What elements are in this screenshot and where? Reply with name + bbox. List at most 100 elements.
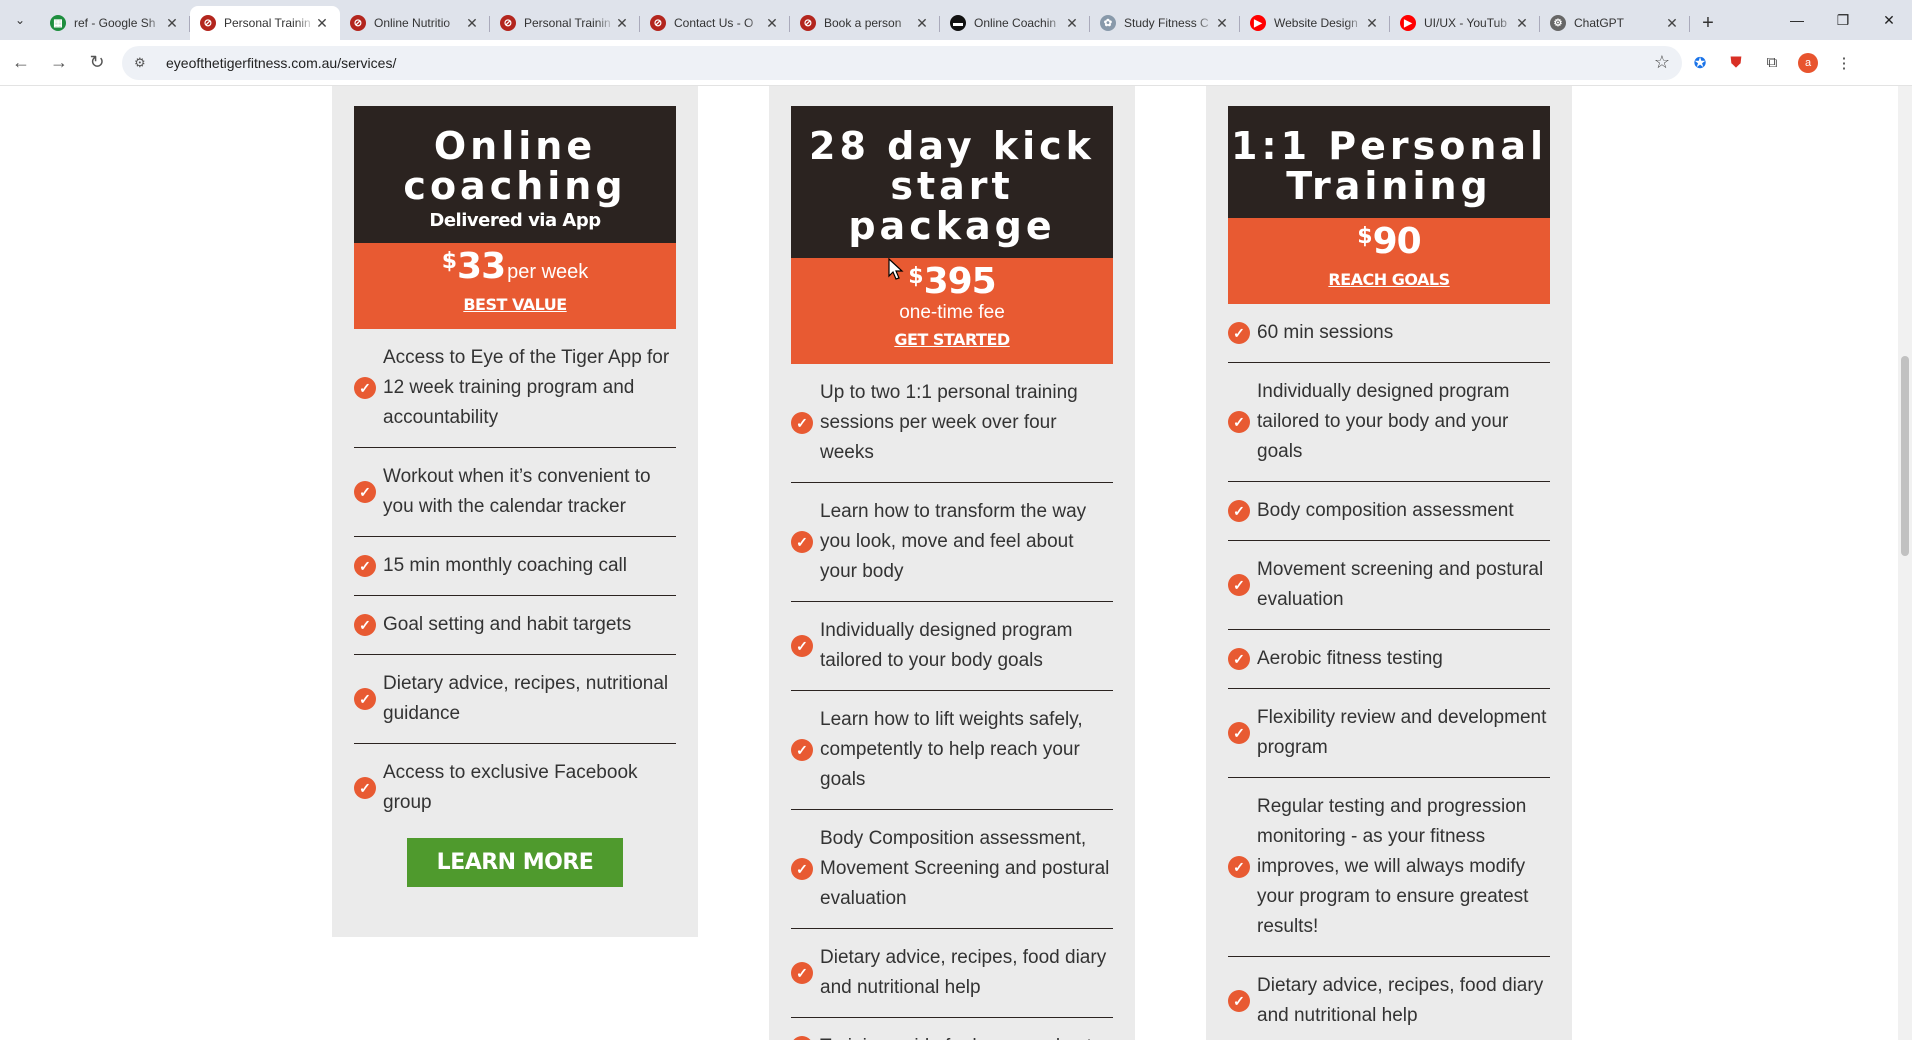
price-cta-link[interactable]: BEST VALUE: [463, 295, 567, 314]
tab-close-icon[interactable]: ✕: [1664, 15, 1680, 32]
price-block: $33 per week BEST VALUE: [354, 243, 676, 329]
learn-more-button[interactable]: LEARN MORE: [406, 838, 624, 887]
feature-item: ✓ Individually designed program tailored …: [791, 602, 1113, 691]
feature-text: Dietary advice, recipes, nutritional gui…: [383, 673, 669, 724]
checkmark-icon: ✓: [1228, 411, 1250, 433]
tab-separator: [1689, 16, 1690, 32]
feature-text: 60 min sessions: [1257, 322, 1394, 343]
checkmark-icon: ✓: [354, 688, 376, 710]
menu-kebab-icon[interactable]: ⋮: [1826, 46, 1862, 80]
checkmark-icon: ✓: [791, 858, 813, 880]
tab-favicon-icon: ▶: [1400, 15, 1416, 31]
feature-item: ✓ Workout when it’s convenient to you wit…: [354, 448, 676, 537]
browser-tab[interactable]: ⊘ Online Nutritio ✕: [340, 6, 490, 40]
feature-text: Individually designed program tailored t…: [1257, 381, 1510, 462]
tab-title: Online Nutritio: [374, 16, 451, 30]
browser-tab[interactable]: ⊘ Book a person ✕: [790, 6, 940, 40]
card-inner: 28 day kick start package $395 one-time fee…: [791, 106, 1113, 1040]
feature-item: ✓ Learn how to transform the way you look…: [791, 483, 1113, 602]
tab-close-icon[interactable]: ✕: [464, 15, 480, 32]
back-icon[interactable]: ←: [4, 46, 38, 80]
browser-tab[interactable]: ▦ ref - Google Sh ✕: [40, 6, 190, 40]
price-unit: per week: [507, 261, 589, 283]
checkmark-icon: ✓: [354, 377, 376, 399]
tab-close-icon[interactable]: ✕: [1364, 15, 1380, 32]
feature-item: ✓ Training guide for home workouts: [791, 1018, 1113, 1040]
tab-search-chevron-icon[interactable]: ⌄: [0, 0, 40, 40]
feature-text: 15 min monthly coaching call: [383, 555, 627, 576]
checkmark-icon: ✓: [1228, 648, 1250, 670]
tab-favicon-icon: ⊘: [200, 15, 216, 31]
extension-icon-1[interactable]: ✪: [1682, 46, 1718, 80]
new-tab-button[interactable]: +: [1690, 6, 1726, 40]
tab-strip: ⌄ ▦ ref - Google Sh ✕ ⊘ Personal Trainin ✕ ⊘ On…: [0, 0, 1912, 40]
feature-item: ✓ Access to exclusive Facebook group: [354, 744, 676, 832]
price-currency: $: [908, 264, 924, 289]
feature-list: ✓ Up to two 1:1 personal training session…: [791, 364, 1113, 1040]
tab-close-icon[interactable]: ✕: [614, 15, 630, 32]
price-currency: $: [1357, 224, 1373, 249]
bookmark-star-icon[interactable]: ☆: [1654, 52, 1670, 73]
tab-close-icon[interactable]: ✕: [164, 15, 180, 32]
tab-title: Contact Us - O: [674, 16, 754, 30]
tab-close-icon[interactable]: ✕: [764, 15, 780, 32]
feature-list: ✓ Access to Eye of the Tiger App for 12 w…: [354, 329, 676, 832]
feature-item: ✓ Movement screening and postural evaluat…: [1228, 541, 1550, 630]
tab-favicon-icon: ▶: [1250, 15, 1266, 31]
scrollbar[interactable]: [1898, 86, 1912, 1040]
tab-close-icon[interactable]: ✕: [914, 15, 930, 32]
minimize-icon[interactable]: —: [1774, 0, 1820, 40]
feature-item: ✓ Learn how to lift weights safely, compe…: [791, 691, 1113, 810]
browser-tab[interactable]: ⊘ Contact Us - O ✕: [640, 6, 790, 40]
browser-tab[interactable]: ▬ Online Coachin ✕: [940, 6, 1090, 40]
restore-icon[interactable]: ❐: [1820, 0, 1866, 40]
price-cta-link[interactable]: GET STARTED: [894, 330, 1010, 349]
card-title-line1: 28 day kick: [809, 124, 1095, 168]
feature-item: ✓ Goal setting and habit targets: [354, 596, 676, 655]
pricing-card: 28 day kick start package $395 one-time fee…: [769, 86, 1135, 1040]
price-cta-link[interactable]: REACH GOALS: [1328, 270, 1450, 289]
checkmark-icon: ✓: [791, 635, 813, 657]
tab-title: Website Design: [1274, 16, 1358, 30]
card-subtitle: Delivered via App: [429, 210, 601, 231]
tab-title: Book a person: [824, 16, 902, 30]
tab-title: Personal Trainin: [224, 16, 311, 30]
address-bar[interactable]: ⚙ eyeofthetigerfitness.com.au/services/ …: [122, 45, 1682, 80]
site-info-icon[interactable]: ⚙: [134, 55, 154, 71]
feature-text: Flexibility review and development progr…: [1257, 707, 1547, 758]
feature-text: Regular testing and progression monitori…: [1257, 796, 1529, 937]
browser-tab[interactable]: ⊘ Personal Trainin ✕: [490, 6, 640, 40]
profile-avatar[interactable]: a: [1790, 46, 1826, 80]
forward-icon[interactable]: →: [42, 46, 76, 80]
browser-tab[interactable]: ⚙ ChatGPT ✕: [1540, 6, 1690, 40]
checkmark-icon: ✓: [1228, 990, 1250, 1012]
browser-tab[interactable]: ⊘ Personal Trainin ✕: [190, 6, 340, 40]
extension-shield-icon[interactable]: ⛊: [1718, 46, 1754, 80]
feature-text: Body Composition assessment, Movement Sc…: [820, 828, 1110, 909]
tab-close-icon[interactable]: ✕: [1064, 15, 1080, 32]
url-text[interactable]: eyeofthetigerfitness.com.au/services/: [166, 55, 1654, 71]
tab-close-icon[interactable]: ✕: [1214, 15, 1230, 32]
checkmark-icon: ✓: [354, 481, 376, 503]
tab-close-icon[interactable]: ✕: [1514, 15, 1530, 32]
browser-tab[interactable]: ✿ Study Fitness C ✕: [1090, 6, 1240, 40]
scrollbar-thumb[interactable]: [1901, 356, 1909, 556]
checkmark-icon: ✓: [791, 1036, 813, 1040]
feature-text: Dietary advice, recipes, food diary and …: [1257, 975, 1544, 1026]
price-currency: $: [441, 249, 458, 274]
price-value: 395: [923, 261, 997, 302]
checkmark-icon: ✓: [791, 962, 813, 984]
browser-tab[interactable]: ▶ UI/UX - YouTub ✕: [1390, 6, 1540, 40]
checkmark-icon: ✓: [1228, 500, 1250, 522]
browser-tab[interactable]: ▶ Website Design ✕: [1240, 6, 1390, 40]
feature-item: ✓ Dietary advice, recipes, nutritional gu…: [354, 655, 676, 744]
extensions-puzzle-icon[interactable]: ⧉: [1754, 46, 1790, 80]
tab-close-icon[interactable]: ✕: [314, 15, 330, 32]
reload-icon[interactable]: ↻: [80, 46, 114, 80]
feature-text: Access to exclusive Facebook group: [383, 762, 638, 813]
checkmark-icon: ✓: [1228, 722, 1250, 744]
price-value: 90: [1372, 221, 1422, 262]
close-window-icon[interactable]: ✕: [1866, 0, 1912, 40]
card-inner: 1:1 Personal Training $90 REACH GOALS ✓ 60 mi…: [1228, 106, 1550, 1040]
feature-text: Body composition assessment: [1257, 500, 1514, 521]
